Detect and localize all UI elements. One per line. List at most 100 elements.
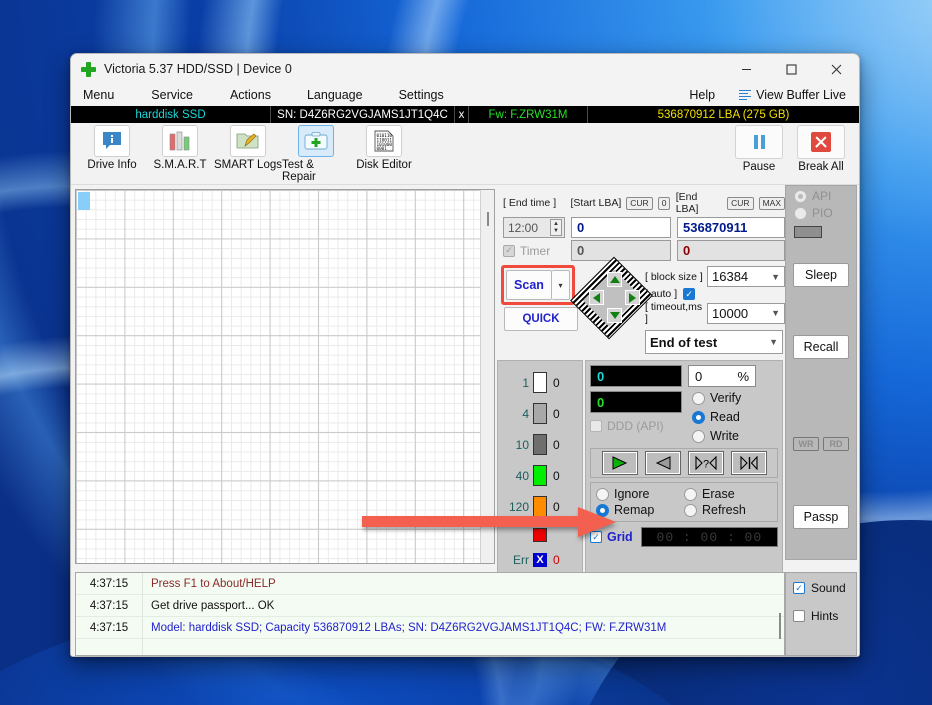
toolbar-disk-editor[interactable]: 010110 110011 101000 0001 Disk Editor (350, 125, 418, 183)
sidebar-pio-option[interactable]: PIO (786, 203, 856, 220)
main-toolbar: Drive Info S.M.A.R.T SMART Logs Test & R… (71, 123, 859, 185)
hints-checkbox[interactable] (793, 610, 805, 622)
mode-refresh[interactable]: Refresh (684, 503, 772, 517)
timeout-select[interactable]: 10000 ▼ (707, 302, 785, 324)
maximize-button[interactable] (769, 54, 814, 84)
rd-button[interactable]: RD (823, 437, 849, 451)
recall-button[interactable]: Recall (793, 335, 849, 359)
menu-item-settings[interactable]: Settings (392, 88, 451, 102)
sidebar-api-option[interactable]: API (786, 186, 856, 203)
seek-start-button[interactable] (730, 451, 767, 475)
end-lba-value: 536870911 (683, 220, 748, 235)
defect-mode-group: Ignore Erase Remap Refresh (590, 482, 778, 522)
menu-item-actions[interactable]: Actions (223, 88, 278, 102)
passport-button[interactable]: Passp (793, 505, 849, 529)
log-time: 4:37:15 (89, 577, 129, 590)
sound-checkbox[interactable]: ✓ (793, 582, 805, 594)
log-message: Press F1 to About/HELP (151, 577, 276, 590)
percent-unit: % (737, 368, 749, 384)
log-list[interactable]: 4:37:15 Press F1 to About/HELP 4:37:15 G… (75, 572, 785, 656)
timer-checkbox[interactable]: ✓ (503, 244, 515, 257)
block-size-select[interactable]: 16384 ▼ (707, 266, 785, 287)
auto-checkbox[interactable]: ✓ (683, 288, 696, 300)
log-row: 4:37:15 Model: harddisk SSD; Capacity 53… (76, 616, 784, 639)
pause-button[interactable]: Pause (728, 125, 790, 173)
wr-button[interactable]: WR (793, 437, 819, 451)
red-x-icon (797, 125, 845, 159)
start-lba-cur-button[interactable]: CUR (626, 196, 653, 210)
view-buffer-live-button[interactable]: View Buffer Live (732, 88, 853, 102)
chevron-down-icon: ▼ (771, 308, 780, 318)
toolbar-label: SMART Logs (214, 159, 282, 171)
block-settings: [ block size ] 16384 ▼ [ auto ] ✓ [time… (645, 266, 785, 354)
legend-threshold: 1 (522, 375, 529, 390)
break-all-button[interactable]: Break All (790, 125, 852, 173)
end-lba-input[interactable]: 536870911 (677, 217, 785, 238)
timeout-label: [ timeout,ms ] (645, 301, 703, 325)
percent-field: 0 % (688, 365, 756, 387)
sleep-button[interactable]: Sleep (793, 263, 849, 287)
mode-erase[interactable]: Erase (684, 487, 772, 501)
mode-label: Ignore (614, 487, 650, 501)
drive-status-bar: harddisk SSD SN: D4Z6RG2VGJAMS1JT1Q4C x … (71, 106, 859, 123)
api-label: API (812, 189, 832, 203)
legend-threshold: 10 (515, 437, 529, 452)
close-button[interactable] (814, 54, 859, 84)
dpad-down-button[interactable] (607, 308, 622, 323)
end-lba-cur-button[interactable]: CUR (727, 196, 754, 210)
hints-option[interactable]: Hints (786, 609, 856, 623)
start-lba-zero-button[interactable]: 0 (657, 196, 671, 210)
drive-firmware: Fw: F.ZRW31M (469, 106, 588, 123)
end-time-spinner[interactable]: ▲ ▼ (550, 219, 562, 236)
lba-value: 0 (597, 394, 605, 410)
scan-button[interactable]: Scan (506, 270, 552, 300)
end-time-input[interactable]: 12:00 ▲ ▼ (503, 217, 565, 238)
menu-item-help[interactable]: Help (682, 88, 722, 102)
playback-controls: ? (590, 448, 778, 478)
minimize-button[interactable] (724, 54, 769, 84)
log-area: 4:37:15 Press F1 to About/HELP 4:37:15 G… (71, 568, 859, 656)
log-scrollbar[interactable] (779, 613, 781, 639)
op-write[interactable]: Write (692, 429, 741, 443)
radio-icon (692, 391, 705, 405)
play-forward-button[interactable] (601, 451, 638, 475)
log-time: 4:37:15 (89, 599, 129, 612)
sound-option[interactable]: ✓ Sound (786, 581, 856, 595)
end-of-test-select[interactable]: End of test ▼ (645, 330, 783, 354)
dpad-up-button[interactable] (607, 272, 622, 287)
legend-count: 0 (553, 375, 560, 390)
menu-item-service[interactable]: Service (144, 88, 200, 102)
toolbar-drive-info[interactable]: Drive Info (78, 125, 146, 183)
toolbar-smart-logs[interactable]: SMART Logs (214, 125, 282, 183)
op-label: Read (710, 410, 740, 424)
op-read[interactable]: Read (692, 410, 741, 424)
close-drive-button[interactable]: x (455, 106, 469, 123)
dpad-right-button[interactable] (625, 290, 640, 305)
right-arrow-icon (629, 292, 636, 303)
log-message: Model: harddisk SSD; Capacity 536870912 … (151, 621, 667, 634)
play-backward-button[interactable] (644, 451, 681, 475)
dpad-left-button[interactable] (589, 290, 604, 305)
ddd-api-checkbox[interactable] (590, 420, 602, 432)
menu-bar: Menu Service Actions Language Settings H… (71, 84, 859, 106)
op-label: Write (710, 429, 739, 443)
sound-label: Sound (811, 581, 846, 595)
legend-count: 0 (553, 437, 560, 452)
log-message: Get drive passport... OK (151, 599, 275, 612)
right-sidebar: API PIO Sleep Recall WR RD Passp (785, 185, 857, 560)
menu-item-menu[interactable]: Menu (76, 88, 121, 102)
random-seek-button[interactable]: ? (687, 451, 724, 475)
radio-icon (692, 429, 705, 443)
toolbar-test-repair[interactable]: Test & Repair (282, 125, 350, 183)
quick-button[interactable]: QUICK (504, 307, 578, 331)
menu-item-language[interactable]: Language (300, 88, 370, 102)
wr-rd-group: WR RD (786, 437, 856, 451)
toolbar-smart[interactable]: S.M.A.R.T (146, 125, 214, 183)
end-lba-max-button[interactable]: MAX (758, 196, 785, 210)
start-lba-input[interactable]: 0 (571, 217, 671, 238)
grid-row: ✓ Grid 00 : 00 : 00 (590, 527, 778, 547)
info-icon (94, 125, 130, 157)
scan-dropdown-button[interactable]: ▾ (552, 270, 570, 300)
op-verify[interactable]: Verify (692, 391, 741, 405)
mode-ignore[interactable]: Ignore (596, 487, 684, 501)
